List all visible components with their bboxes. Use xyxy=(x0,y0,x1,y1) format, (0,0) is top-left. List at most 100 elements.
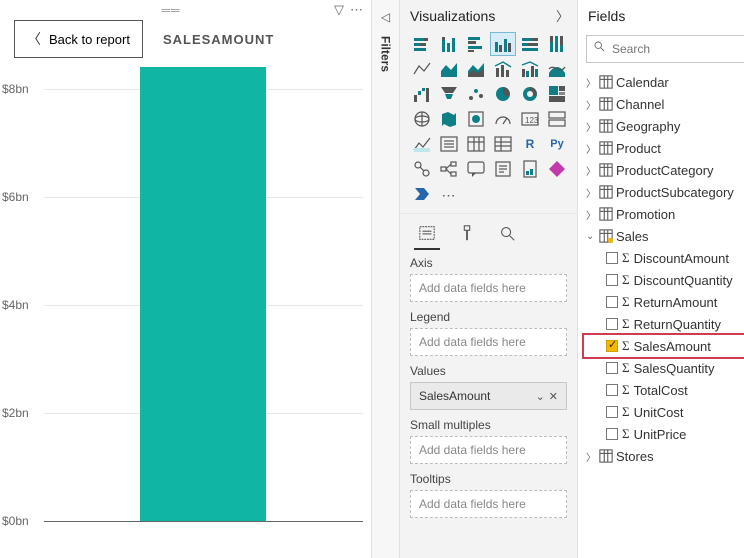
viz-clustered-column-icon[interactable] xyxy=(491,33,515,55)
viz-ribbon-icon[interactable] xyxy=(545,58,569,80)
visual-drag-handle-icon[interactable]: ══ xyxy=(161,3,180,17)
viz-more-visuals-icon[interactable]: ⋯ xyxy=(437,183,461,205)
viz-card-icon[interactable]: 123 xyxy=(518,108,542,130)
viz-pie-icon[interactable] xyxy=(491,83,515,105)
fields-tab-icon[interactable] xyxy=(416,222,438,244)
remove-field-icon[interactable]: ✕ xyxy=(549,390,558,403)
checkbox[interactable] xyxy=(606,428,618,440)
viz-table-icon[interactable] xyxy=(464,133,488,155)
viz-line-stacked-column-icon[interactable] xyxy=(491,58,515,80)
field-wells: Axis Add data fields here Legend Add dat… xyxy=(400,250,577,558)
table-channel[interactable]: 〉Channel xyxy=(584,93,744,115)
well-legend-label: Legend xyxy=(410,310,567,324)
viz-100-stacked-column-icon[interactable] xyxy=(545,33,569,55)
viz-power-apps-icon[interactable] xyxy=(545,158,569,180)
y-tick-label: $6bn xyxy=(2,190,29,204)
sigma-icon: Σ xyxy=(622,250,630,266)
sigma-icon: Σ xyxy=(622,272,630,288)
checkbox-checked[interactable] xyxy=(606,340,618,352)
checkbox[interactable] xyxy=(606,252,618,264)
checkbox[interactable] xyxy=(606,296,618,308)
viz-smart-narrative-icon[interactable] xyxy=(491,158,515,180)
well-legend-dropzone[interactable]: Add data fields here xyxy=(410,328,567,356)
viz-python-icon[interactable]: Py xyxy=(545,133,569,155)
expand-filters-icon[interactable]: ◁ xyxy=(381,10,390,24)
viz-qa-icon[interactable] xyxy=(464,158,488,180)
viz-stacked-bar-icon[interactable] xyxy=(410,33,434,55)
table-stores[interactable]: 〉Stores xyxy=(584,445,744,467)
checkbox[interactable] xyxy=(606,384,618,396)
field-sales-amount[interactable]: ΣSalesAmount xyxy=(584,335,744,357)
well-tooltips-dropzone[interactable]: Add data fields here xyxy=(410,490,567,518)
viz-map-icon[interactable] xyxy=(410,108,434,130)
viz-matrix-icon[interactable] xyxy=(491,133,515,155)
fields-title: Fields xyxy=(588,8,625,24)
field-return-amount[interactable]: ΣReturnAmount xyxy=(584,291,744,313)
viz-filled-map-icon[interactable] xyxy=(437,108,461,130)
field-total-cost[interactable]: ΣTotalCost xyxy=(584,379,744,401)
viz-area-icon[interactable] xyxy=(437,58,461,80)
viz-line-clustered-column-icon[interactable] xyxy=(518,58,542,80)
viz-shape-map-icon[interactable] xyxy=(464,108,488,130)
visualizations-header[interactable]: Visualizations 〉 xyxy=(400,0,577,31)
checkbox[interactable] xyxy=(606,318,618,330)
well-values-item[interactable]: SalesAmount ⌄ ✕ xyxy=(410,382,567,410)
table-product-subcategory[interactable]: 〉ProductSubcategory xyxy=(584,181,744,203)
viz-gauge-icon[interactable] xyxy=(491,108,515,130)
table-sales[interactable]: ⌄Sales xyxy=(584,225,744,247)
table-calendar[interactable]: 〉Calendar xyxy=(584,71,744,93)
checkbox[interactable] xyxy=(606,362,618,374)
viz-waterfall-icon[interactable] xyxy=(410,83,434,105)
viz-power-automate-icon[interactable] xyxy=(410,183,434,205)
format-tab-icon[interactable] xyxy=(456,222,478,244)
checkbox[interactable] xyxy=(606,274,618,286)
fields-header[interactable]: Fields 〉 xyxy=(578,0,744,31)
viz-stacked-area-icon[interactable] xyxy=(464,58,488,80)
field-unit-cost[interactable]: ΣUnitCost xyxy=(584,401,744,423)
viz-multi-row-card-icon[interactable] xyxy=(545,108,569,130)
viz-funnel-icon[interactable] xyxy=(437,83,461,105)
more-options-icon[interactable]: ⋯ xyxy=(350,2,363,18)
viz-paginated-report-icon[interactable] xyxy=(518,158,542,180)
viz-r-script-icon[interactable]: R xyxy=(518,133,542,155)
viz-scatter-icon[interactable] xyxy=(464,83,488,105)
checkbox[interactable] xyxy=(606,406,618,418)
table-promotion[interactable]: 〉Promotion xyxy=(584,203,744,225)
viz-decomposition-tree-icon[interactable] xyxy=(437,158,461,180)
back-to-report-button[interactable]: 〈 Back to report xyxy=(14,20,143,58)
viz-100-stacked-bar-icon[interactable] xyxy=(518,33,542,55)
pane-mode-tabs xyxy=(400,213,577,250)
table-geography[interactable]: 〉Geography xyxy=(584,115,744,137)
viz-line-icon[interactable] xyxy=(410,58,434,80)
search-input[interactable] xyxy=(612,42,744,56)
table-icon xyxy=(599,119,613,133)
well-small-multiples-dropzone[interactable]: Add data fields here xyxy=(410,436,567,464)
table-icon xyxy=(599,449,613,463)
viz-donut-icon[interactable] xyxy=(518,83,542,105)
visualizations-title: Visualizations xyxy=(410,8,495,24)
field-return-quantity[interactable]: ΣReturnQuantity xyxy=(584,313,744,335)
viz-slicer-icon[interactable] xyxy=(437,133,461,155)
analytics-tab-icon[interactable] xyxy=(496,222,518,244)
filters-collapsed-pane[interactable]: ◁ Filters xyxy=(372,0,400,558)
viz-stacked-column-icon[interactable] xyxy=(437,33,461,55)
well-tooltips-label: Tooltips xyxy=(410,472,567,486)
focus-filter-icon[interactable]: ▽ xyxy=(334,2,344,18)
bar-salesamount[interactable] xyxy=(140,67,266,521)
field-discount-quantity[interactable]: ΣDiscountQuantity xyxy=(584,269,744,291)
chevron-down-icon[interactable]: ⌄ xyxy=(536,390,545,403)
sigma-icon: Σ xyxy=(622,426,630,442)
viz-kpi-icon[interactable] xyxy=(410,133,434,155)
viz-treemap-icon[interactable] xyxy=(545,83,569,105)
table-icon xyxy=(599,185,613,199)
viz-clustered-bar-icon[interactable] xyxy=(464,33,488,55)
well-axis-dropzone[interactable]: Add data fields here xyxy=(410,274,567,302)
svg-text:123: 123 xyxy=(525,116,539,125)
field-discount-amount[interactable]: ΣDiscountAmount xyxy=(584,247,744,269)
viz-key-influencers-icon[interactable] xyxy=(410,158,434,180)
field-sales-quantity[interactable]: ΣSalesQuantity xyxy=(584,357,744,379)
fields-search[interactable] xyxy=(586,35,744,63)
table-product[interactable]: 〉Product xyxy=(584,137,744,159)
table-product-category[interactable]: 〉ProductCategory xyxy=(584,159,744,181)
field-unit-price[interactable]: ΣUnitPrice xyxy=(584,423,744,445)
